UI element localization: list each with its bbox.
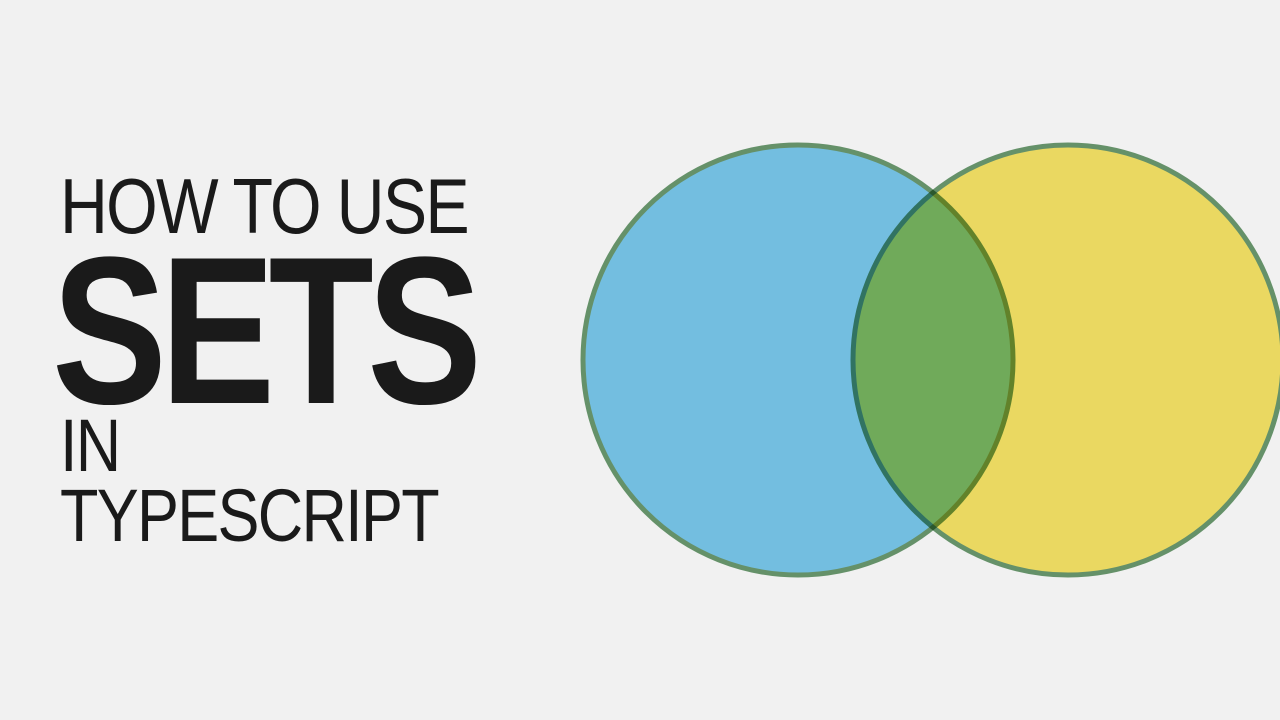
venn-right-circle bbox=[853, 145, 1280, 575]
venn-diagram bbox=[568, 110, 1280, 610]
title-line-2: Sets bbox=[52, 231, 476, 431]
title-line-3: in Typescript bbox=[60, 411, 492, 552]
title-block: How to use Sets in Typescript bbox=[60, 169, 568, 551]
